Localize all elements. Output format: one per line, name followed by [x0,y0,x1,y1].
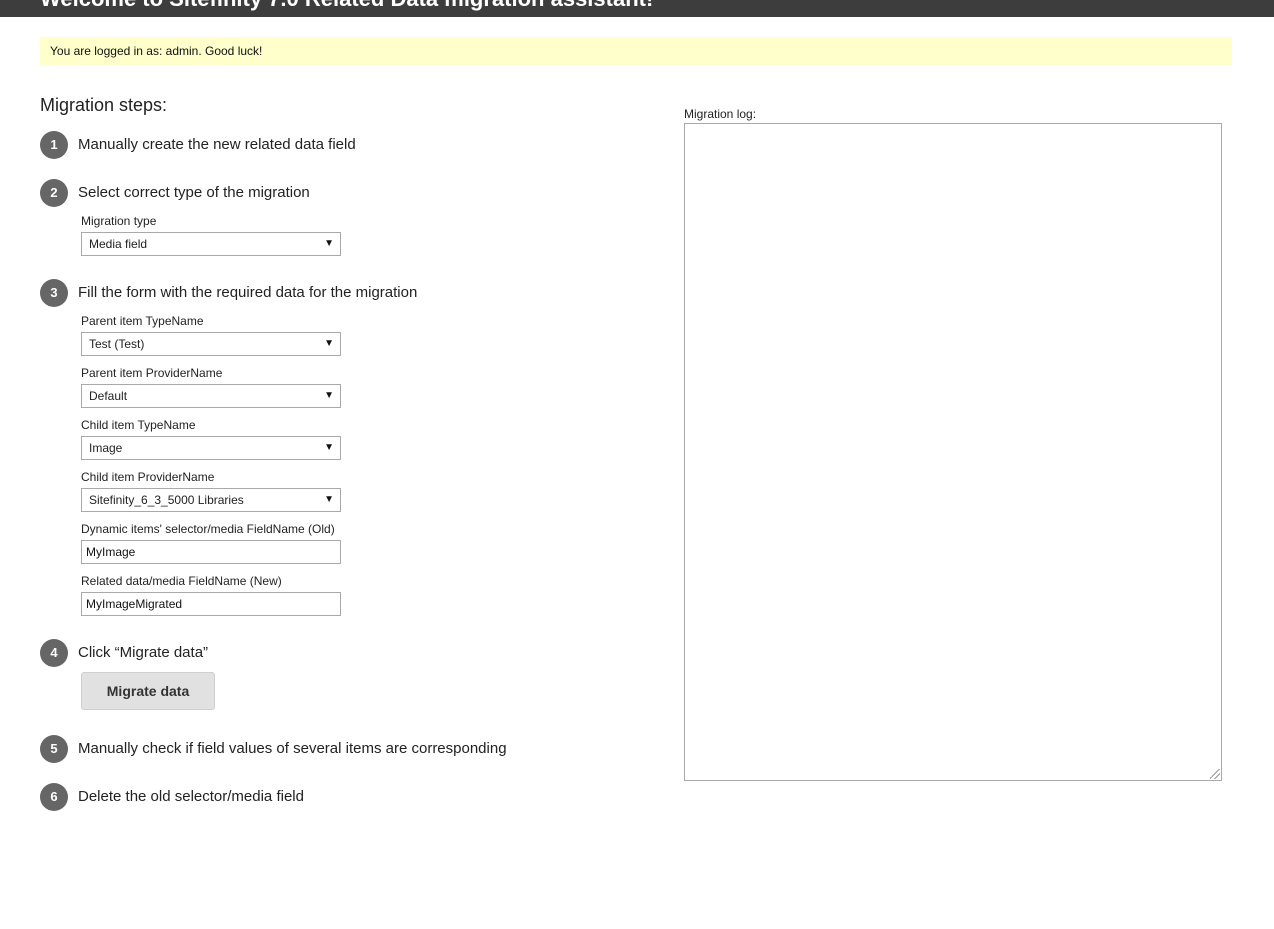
step-number-badge: 1 [40,131,68,159]
top-header-bar: Welcome to Sitefinity 7.0 Related Data m… [0,0,1274,17]
step-number-badge: 4 [40,639,68,667]
step-number-badge: 5 [40,735,68,763]
step-number-badge: 3 [40,279,68,307]
step-number-badge: 2 [40,179,68,207]
parent-type-label: Parent item TypeName [81,314,204,328]
new-field-name-field: Related data/media FieldName (New) MyIma… [81,574,341,616]
steps-heading: Migration steps: [40,95,168,115]
parent-type-field: Parent item TypeName Test (Test) ▼ [81,314,341,356]
chevron-down-icon: ▼ [324,238,334,249]
resize-grip-icon[interactable] [1210,769,1220,779]
migration-log-label: Migration log: [684,107,757,121]
step-text: Fill the form with the required data for… [78,284,418,301]
child-type-label: Child item TypeName [81,418,196,432]
step-text: Manually check if field values of severa… [78,740,507,757]
chevron-down-icon: ▼ [324,442,334,453]
step-text: Click “Migrate data” [78,644,209,661]
child-provider-label: Child item ProviderName [81,470,215,484]
chevron-down-icon: ▼ [324,494,334,505]
step-text: Select correct type of the migration [78,184,310,201]
select-value: Default [89,389,128,403]
select-value: Image [89,441,123,455]
migration-type-label: Migration type [81,214,157,228]
child-provider-select[interactable]: Sitefinity_6_3_5000 Libraries ▼ [81,488,341,512]
old-field-name-label: Dynamic items' selector/media FieldName … [81,522,335,536]
select-value: Test (Test) [89,337,145,351]
chevron-down-icon: ▼ [324,338,334,349]
migration-log-textarea[interactable] [684,123,1222,781]
child-provider-field: Child item ProviderName Sitefinity_6_3_5… [81,470,341,512]
child-type-field: Child item TypeName Image ▼ [81,418,341,460]
step-number-badge: 6 [40,783,68,811]
child-type-select[interactable]: Image ▼ [81,436,341,460]
login-notice: You are logged in as: admin. Good luck! [40,37,1232,65]
new-field-name-input[interactable]: MyImageMigrated [81,592,341,616]
old-field-name-input[interactable]: MyImage [81,540,341,564]
page-title: Welcome to Sitefinity 7.0 Related Data m… [40,0,653,12]
old-field-name-field: Dynamic items' selector/media FieldName … [81,522,341,564]
migration-type-field: Migration type Media field ▼ [81,214,341,256]
step-text: Delete the old selector/media field [78,788,304,805]
migrate-data-button[interactable]: Migrate data [81,672,215,710]
chevron-down-icon: ▼ [324,390,334,401]
new-field-name-label: Related data/media FieldName (New) [81,574,282,588]
parent-provider-field: Parent item ProviderName Default ▼ [81,366,341,408]
migration-type-select[interactable]: Media field ▼ [81,232,341,256]
parent-type-select[interactable]: Test (Test) ▼ [81,332,341,356]
step-text: Manually create the new related data fie… [78,136,356,153]
parent-provider-select[interactable]: Default ▼ [81,384,341,408]
select-value: Sitefinity_6_3_5000 Libraries [89,493,244,507]
select-value: Media field [89,237,148,251]
parent-provider-label: Parent item ProviderName [81,366,223,380]
